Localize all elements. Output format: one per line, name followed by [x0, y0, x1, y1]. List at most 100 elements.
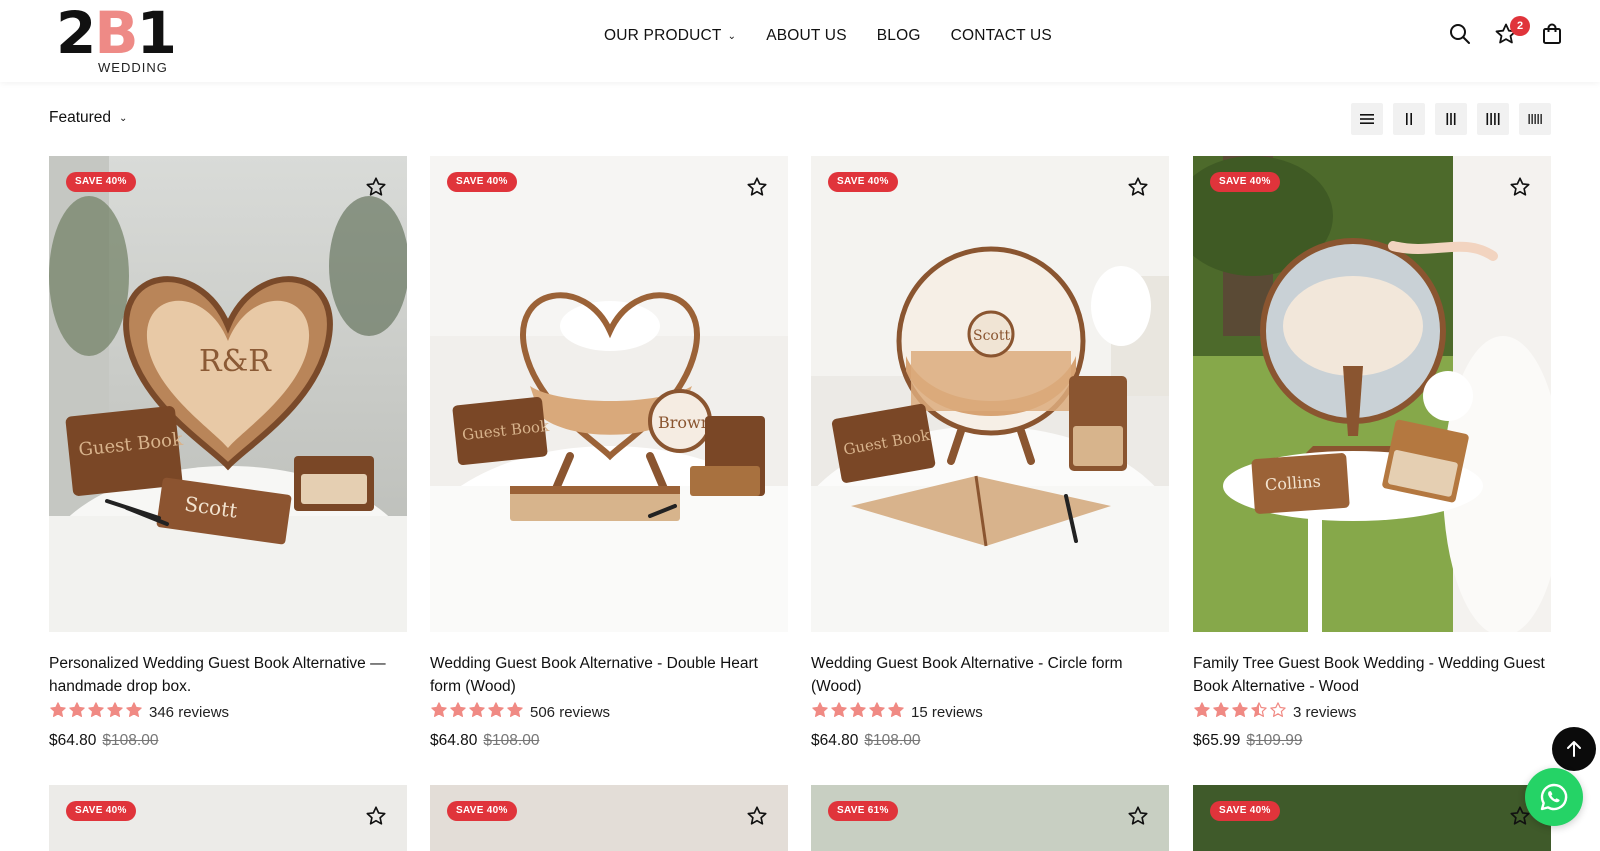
add-to-wishlist-star-icon[interactable] [1127, 176, 1149, 198]
product-price: $65.99 $109.99 [1193, 732, 1551, 750]
review-count: 3 reviews [1293, 703, 1357, 721]
product-card[interactable]: SAVE 40% [49, 785, 407, 851]
review-count: 15 reviews [911, 703, 983, 721]
nav-item-our-product[interactable]: OUR PRODUCT ⌄ [604, 27, 736, 45]
product-card[interactable]: Scott Guest Book SAVE 40% Wedding Guest … [811, 156, 1169, 750]
product-title[interactable]: Personalized Wedding Guest Book Alternat… [49, 652, 407, 698]
review-count: 346 reviews [149, 703, 230, 721]
product-rating: 506 reviews [430, 701, 788, 724]
main-nav: OUR PRODUCT ⌄ ABOUT US BLOG CONTACT US [604, 27, 1082, 45]
back-to-top-button[interactable] [1552, 727, 1596, 771]
product-rating: 3 reviews [1193, 701, 1551, 724]
product-image[interactable]: Scott Guest Book SAVE 40% [811, 156, 1169, 632]
sale-price: $64.80 [49, 732, 97, 749]
view-mode-switcher [1351, 103, 1551, 135]
rating-stars [1193, 701, 1287, 724]
star-full-icon [811, 701, 829, 724]
product-photo-double-heart: Brown Guest Book [430, 156, 788, 632]
wishlist-button[interactable]: 2 [1494, 16, 1530, 46]
product-image[interactable]: SAVE 40% [49, 785, 407, 851]
product-image[interactable]: SAVE 40% [430, 785, 788, 851]
sale-price: $65.99 [1193, 732, 1241, 749]
star-full-icon [1212, 701, 1230, 724]
product-price: $64.80 $108.00 [49, 732, 407, 750]
product-image[interactable]: R&R Guest Book Scott SAVE 40% [49, 156, 407, 632]
star-full-icon [49, 701, 67, 724]
product-card[interactable]: SAVE 61% [811, 785, 1169, 851]
svg-text:Collins: Collins [1264, 472, 1321, 495]
product-image[interactable]: SAVE 61% [811, 785, 1169, 851]
star-full-icon [468, 701, 486, 724]
product-title[interactable]: Family Tree Guest Book Wedding - Wedding… [1193, 652, 1551, 698]
product-card[interactable]: SAVE 40% [430, 785, 788, 851]
star-full-icon [506, 701, 524, 724]
save-badge: SAVE 40% [1210, 801, 1280, 821]
star-full-icon [449, 701, 467, 724]
product-image[interactable]: Brown Guest Book SAVE 40% [430, 156, 788, 632]
product-card[interactable]: SAVE 40% [1193, 785, 1551, 851]
rating-stars [811, 701, 905, 724]
chevron-down-icon: ⌄ [727, 30, 737, 42]
add-to-wishlist-star-icon[interactable] [746, 176, 768, 198]
view-list-button[interactable] [1351, 103, 1383, 135]
site-header: 2B1 WEDDING OUR PRODUCT ⌄ ABOUT US BLOG C… [0, 0, 1600, 82]
product-image[interactable]: Collins SAVE 40% [1193, 156, 1551, 632]
product-image[interactable]: SAVE 40% [1193, 785, 1551, 851]
cart-button[interactable] [1540, 22, 1564, 46]
compare-price: $108.00 [864, 732, 921, 749]
svg-text:Scott: Scott [973, 328, 1010, 344]
add-to-wishlist-star-icon[interactable] [746, 805, 768, 827]
add-to-wishlist-star-icon[interactable] [365, 176, 387, 198]
compare-price: $108.00 [102, 732, 159, 749]
star-full-icon [830, 701, 848, 724]
save-badge: SAVE 40% [66, 801, 136, 821]
product-card[interactable]: Collins SAVE 40% Family Tree Guest Book … [1193, 156, 1551, 750]
view-3-col-button[interactable] [1435, 103, 1467, 135]
sale-price: $64.80 [811, 732, 859, 749]
collection-toolbar: Featured ⌄ [49, 103, 1551, 135]
star-full-icon [68, 701, 86, 724]
save-badge: SAVE 40% [66, 172, 136, 192]
star-full-icon [849, 701, 867, 724]
review-count: 506 reviews [530, 703, 611, 721]
nav-item-about-us[interactable]: ABOUT US [766, 27, 847, 45]
product-card[interactable]: R&R Guest Book Scott SAVE 40% Personaliz… [49, 156, 407, 750]
add-to-wishlist-star-icon[interactable] [1127, 805, 1149, 827]
product-price: $64.80 $108.00 [430, 732, 788, 750]
add-to-wishlist-star-icon[interactable] [365, 805, 387, 827]
star-empty-icon [1269, 701, 1287, 724]
whatsapp-chat-button[interactable] [1525, 768, 1583, 826]
view-2-col-button[interactable] [1393, 103, 1425, 135]
star-full-icon [1193, 701, 1211, 724]
view-5-col-button[interactable] [1519, 103, 1551, 135]
compare-price: $109.99 [1246, 732, 1303, 749]
search-icon[interactable] [1448, 22, 1472, 46]
nav-item-blog[interactable]: BLOG [877, 27, 921, 45]
svg-text:R&R: R&R [199, 344, 272, 379]
product-title[interactable]: Wedding Guest Book Alternative - Double … [430, 652, 788, 698]
product-rating: 15 reviews [811, 701, 1169, 724]
product-card[interactable]: Brown Guest Book SAVE 40% Wedding Guest … [430, 156, 788, 750]
add-to-wishlist-star-icon[interactable] [1509, 176, 1531, 198]
save-badge: SAVE 40% [447, 801, 517, 821]
star-full-icon [887, 701, 905, 724]
nav-item-contact-us[interactable]: CONTACT US [951, 27, 1052, 45]
rating-stars [430, 701, 524, 724]
product-photo-circle: Scott Guest Book [811, 156, 1169, 632]
star-full-icon [87, 701, 105, 724]
save-badge: SAVE 40% [828, 172, 898, 192]
product-price: $64.80 $108.00 [811, 732, 1169, 750]
product-title[interactable]: Wedding Guest Book Alternative - Circle … [811, 652, 1169, 698]
save-badge: SAVE 40% [1210, 172, 1280, 192]
star-full-icon [125, 701, 143, 724]
product-photo-family-tree: Collins [1193, 156, 1551, 632]
star-full-icon [868, 701, 886, 724]
brand-logo[interactable]: 2B1 WEDDING [56, 4, 177, 76]
compare-price: $108.00 [483, 732, 540, 749]
view-4-col-button[interactable] [1477, 103, 1509, 135]
whatsapp-icon [1540, 783, 1568, 811]
sort-dropdown[interactable]: Featured ⌄ [49, 109, 127, 127]
star-full-icon [487, 701, 505, 724]
header-actions: 2 [1448, 16, 1564, 46]
product-rating: 346 reviews [49, 701, 407, 724]
